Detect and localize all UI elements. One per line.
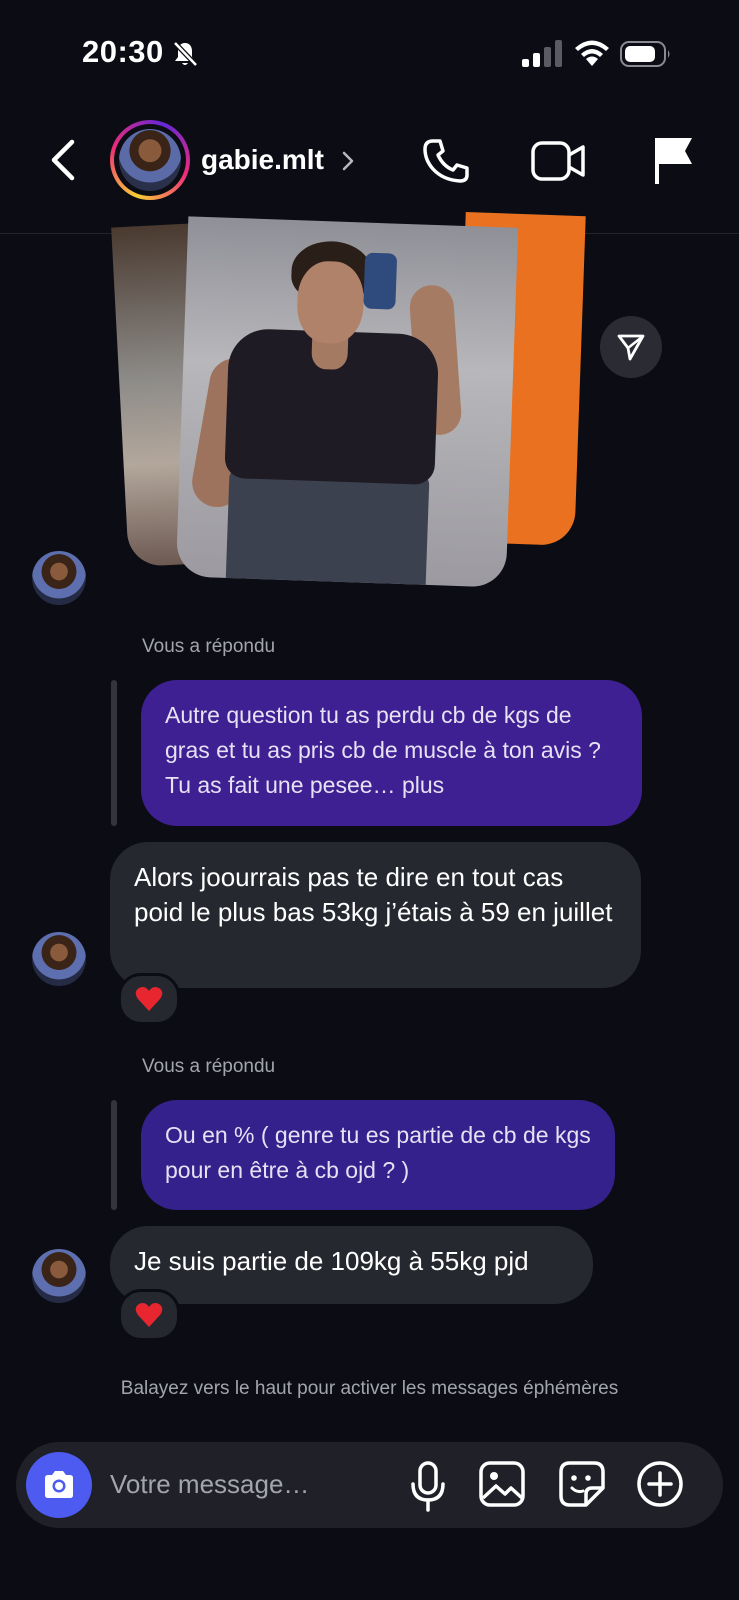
bell-slash-icon	[173, 41, 198, 67]
heart-reaction[interactable]	[118, 1289, 180, 1341]
shared-photo[interactable]	[111, 212, 586, 594]
profile-avatar[interactable]	[110, 120, 190, 200]
signal-icon	[522, 40, 562, 67]
plus-circle-icon[interactable]	[636, 1460, 684, 1508]
flag-icon[interactable]	[650, 134, 696, 186]
reply-label: Vous a répondu	[142, 1056, 276, 1077]
back-button[interactable]	[44, 134, 84, 186]
send-icon	[617, 334, 645, 361]
video-call-icon[interactable]	[530, 138, 586, 184]
status-time: 20:30	[82, 34, 164, 69]
wifi-icon	[575, 40, 609, 66]
camera-icon	[45, 1471, 73, 1498]
sender-avatar[interactable]	[32, 1249, 86, 1303]
battery-icon	[620, 41, 670, 67]
sticker-icon[interactable]	[558, 1460, 606, 1508]
heart-icon	[135, 1303, 163, 1327]
reply-label: Vous a répondu	[142, 636, 276, 657]
username[interactable]: gabie.mlt	[201, 144, 324, 176]
sender-avatar[interactable]	[32, 551, 86, 605]
incoming-message[interactable]: Je suis partie de 109kg à 55kg pjd	[110, 1226, 593, 1304]
camera-button[interactable]	[26, 1452, 92, 1518]
reply-quote-bar	[111, 680, 117, 826]
microphone-icon[interactable]	[408, 1460, 448, 1514]
gallery-icon[interactable]	[478, 1460, 526, 1508]
message-input[interactable]	[110, 1462, 380, 1506]
sender-avatar[interactable]	[32, 932, 86, 986]
outgoing-message[interactable]: Ou en % ( genre tu es partie de cb de kg…	[141, 1100, 615, 1210]
outgoing-message[interactable]: Autre question tu as perdu cb de kgs de …	[141, 680, 642, 826]
heart-reaction[interactable]	[118, 973, 180, 1025]
heart-icon	[135, 987, 163, 1011]
phone-icon[interactable]	[421, 136, 471, 186]
share-button[interactable]	[600, 316, 662, 378]
chevron-right-icon[interactable]	[340, 148, 356, 174]
incoming-message[interactable]: Alors joourrais pas te dire en tout cas …	[110, 842, 641, 988]
photo-card-main	[175, 216, 519, 588]
avatar-photo	[119, 129, 181, 191]
ephemeral-messages-hint: Balayez vers le haut pour activer les me…	[120, 1378, 619, 1399]
reply-quote-bar	[111, 1100, 117, 1210]
